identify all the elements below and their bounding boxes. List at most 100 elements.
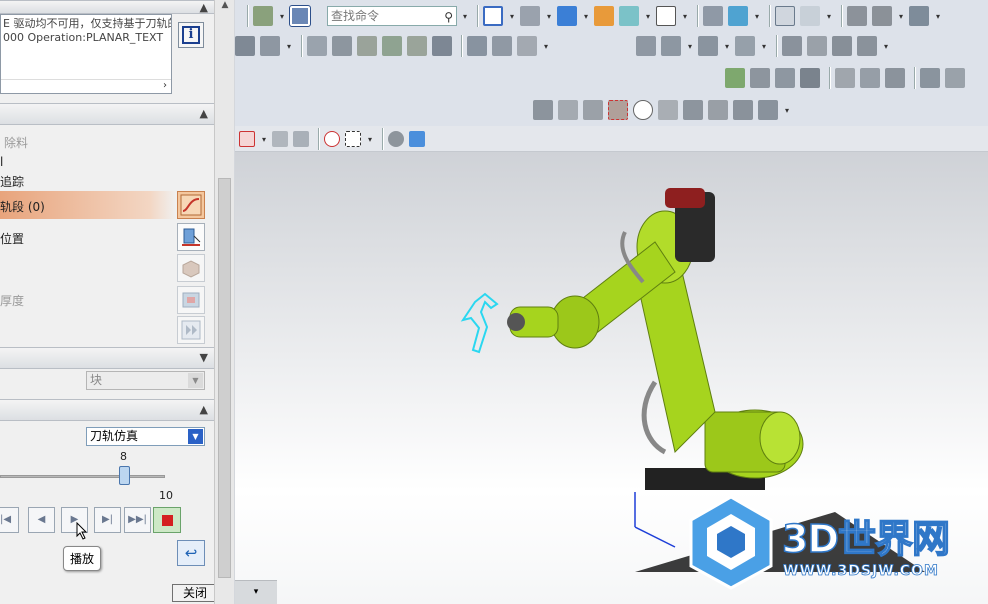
dropdown-arrow-icon[interactable]: ▾ (644, 12, 652, 21)
report-icon[interactable] (885, 68, 905, 88)
rewind-button[interactable]: |◀ (0, 507, 19, 533)
operation-icon[interactable] (533, 100, 553, 120)
dropdown-arrow-icon[interactable]: ▾ (260, 135, 268, 144)
boundary-icon[interactable] (608, 100, 628, 120)
dropdown-arrow-icon[interactable]: ▾ (825, 12, 833, 21)
fixture-icon[interactable] (872, 6, 892, 26)
view-triad-corner[interactable]: ▾ (235, 580, 277, 604)
rectangle-select-icon[interactable] (345, 131, 361, 147)
extrude-icon[interactable] (357, 36, 377, 56)
step-back-button[interactable]: ◀ (28, 507, 55, 533)
select-type-icon[interactable] (293, 131, 309, 147)
dropdown-arrow-icon[interactable]: ▾ (366, 135, 374, 144)
dropdown-arrow-icon[interactable]: ▾ (882, 42, 890, 51)
shop-doc-icon[interactable] (775, 68, 795, 88)
output-cls-icon[interactable] (800, 68, 820, 88)
dropdown-arrow-icon[interactable]: ▾ (934, 12, 942, 21)
info-icon[interactable] (289, 5, 311, 27)
part-icon[interactable] (492, 36, 512, 56)
magnifier-icon[interactable]: ⚲ (444, 8, 453, 26)
apply-button[interactable]: ↩ (177, 540, 205, 566)
panel-scrollbar[interactable]: ▲ (214, 0, 234, 604)
pattern-icon[interactable] (407, 36, 427, 56)
scroll-up-icon[interactable]: ▲ (217, 0, 233, 14)
block-button[interactable] (177, 254, 205, 282)
orient-icon[interactable] (703, 6, 723, 26)
orient-tool-icon[interactable] (909, 6, 929, 26)
comment-icon[interactable] (860, 68, 880, 88)
face-mill-icon[interactable] (583, 100, 603, 120)
step-button[interactable] (177, 316, 205, 344)
scrollbar-thumb[interactable] (218, 178, 231, 578)
options-section-header[interactable]: ▲ (0, 103, 214, 125)
verify-icon[interactable] (725, 68, 745, 88)
filter-icon[interactable] (272, 131, 288, 147)
chevron-up-icon[interactable]: ▲ (200, 107, 208, 120)
holder-icon[interactable] (807, 36, 827, 56)
align-icon[interactable] (307, 36, 327, 56)
dropdown-arrow-icon[interactable]: ▾ (723, 42, 731, 51)
chevron-down-icon[interactable]: ▼ (200, 351, 208, 364)
wcs-icon[interactable] (253, 6, 273, 26)
shade-icon[interactable] (388, 131, 404, 147)
animation-section-header[interactable]: ▲ (0, 399, 214, 421)
close-button[interactable]: 关闭 (172, 584, 218, 602)
table-icon[interactable] (775, 6, 795, 26)
axis-icon[interactable] (733, 100, 753, 120)
list-icon[interactable] (920, 68, 940, 88)
dropdown-arrow-icon[interactable]: ▾ (897, 12, 905, 21)
path-segment-button[interactable] (177, 191, 205, 219)
dropdown-arrow-icon[interactable]: ▾ (545, 12, 553, 21)
postprocess-icon[interactable] (750, 68, 770, 88)
center-point-icon[interactable] (324, 131, 340, 147)
cube-icon[interactable] (557, 6, 577, 26)
thickness-button[interactable] (177, 286, 205, 314)
measure-icon[interactable] (517, 36, 537, 56)
rotate-icon[interactable] (260, 36, 280, 56)
move-icon[interactable] (235, 36, 255, 56)
vector-icon[interactable] (758, 100, 778, 120)
dropdown-arrow-icon[interactable]: ▾ (582, 12, 590, 21)
tool-icon[interactable] (847, 6, 867, 26)
surface-drive-icon[interactable] (683, 100, 703, 120)
sim-setup-icon[interactable] (636, 36, 656, 56)
path-icon[interactable] (800, 6, 820, 26)
render-style-icon[interactable] (520, 6, 540, 26)
dropdown-arrow-icon[interactable]: ▾ (760, 42, 768, 51)
background-icon[interactable] (656, 6, 676, 26)
fast-forward-button[interactable]: ▶▶| (124, 507, 151, 533)
body-icon[interactable] (409, 131, 425, 147)
dropdown-arrow-icon[interactable]: ▾ (278, 12, 286, 21)
point-icon[interactable] (633, 100, 653, 120)
stop-button[interactable] (153, 507, 181, 533)
filter-section-header[interactable]: ▼ (0, 347, 214, 369)
assembly-icon[interactable] (467, 36, 487, 56)
snap-view-icon[interactable] (728, 6, 748, 26)
fit-view-icon[interactable] (483, 6, 503, 26)
info-button[interactable]: i (178, 22, 204, 48)
dropdown-arrow-icon[interactable]: ▾ (508, 12, 516, 21)
block-select[interactable]: 块 ▼ (86, 371, 205, 390)
dropdown-arrow-icon[interactable]: ▾ (681, 12, 689, 21)
dropdown-arrow-icon[interactable]: ▾ (285, 42, 293, 51)
sim-run-icon[interactable] (661, 36, 681, 56)
sim-mode-select[interactable]: 刀轨仿真 ▼ (86, 427, 205, 446)
sim-step-icon[interactable] (698, 36, 718, 56)
snap-point-icon[interactable] (239, 131, 255, 147)
flag-icon[interactable] (835, 68, 855, 88)
dropdown-arrow-icon[interactable]: ▾ (542, 42, 550, 51)
speed-slider-thumb[interactable] (119, 466, 130, 485)
dropdown-arrow-icon[interactable]: ▾ (753, 12, 761, 21)
top-section-header[interactable]: ▲ (0, 0, 214, 14)
sweep-icon[interactable] (332, 36, 352, 56)
collision-icon[interactable] (832, 36, 852, 56)
message-scrollbar[interactable]: › (1, 79, 171, 93)
sim-arrow-icon[interactable] (735, 36, 755, 56)
speed-slider[interactable] (0, 475, 165, 478)
mirror-icon[interactable] (382, 36, 402, 56)
curve-drive-icon[interactable] (658, 100, 678, 120)
kinematics-icon[interactable] (857, 36, 877, 56)
command-search-input[interactable]: 查找命令 ⚲ (327, 6, 457, 26)
grid-icon[interactable] (432, 36, 452, 56)
position-button[interactable] (177, 223, 205, 251)
